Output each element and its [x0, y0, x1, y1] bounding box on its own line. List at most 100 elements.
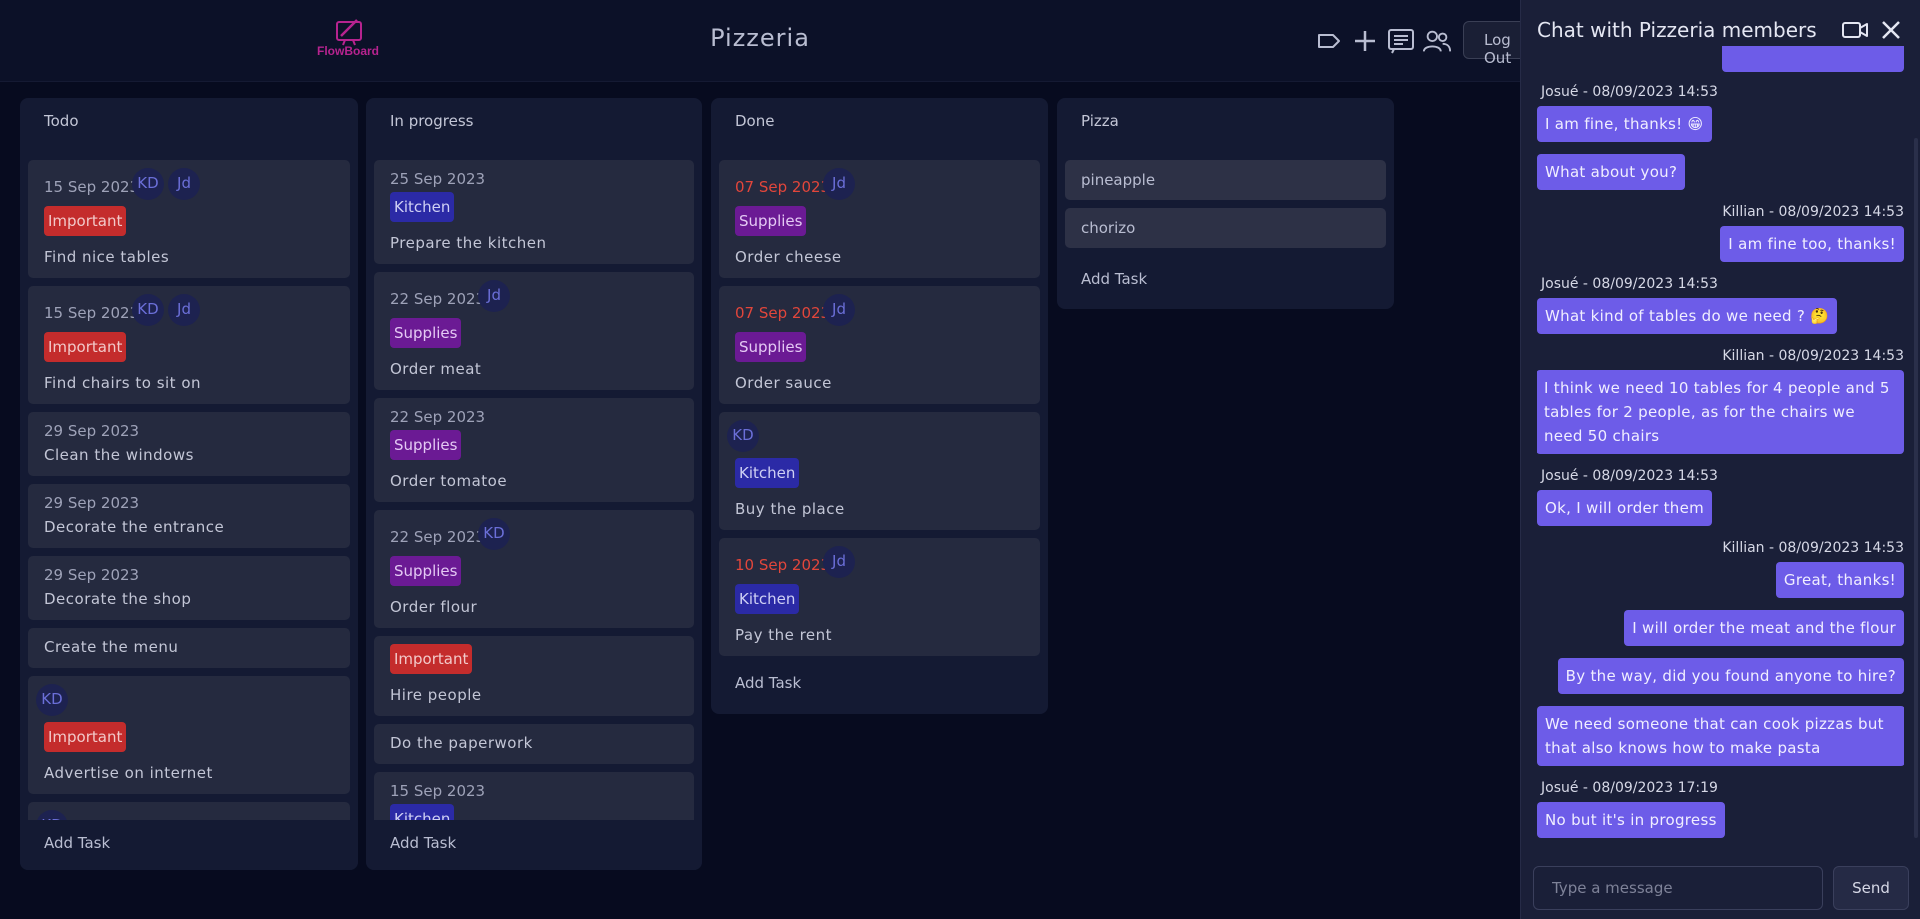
add-task-button[interactable]: Add Task [390, 834, 456, 852]
task-name: Decorate the entrance [44, 518, 225, 536]
column-title: In progress [390, 112, 474, 130]
avatar: Jd [168, 294, 200, 326]
message-bubble [1722, 46, 1904, 72]
message-bubble: We need someone that can cook pizzas but… [1537, 706, 1904, 766]
task-name: Prepare the kitchen [390, 234, 547, 252]
tag-kitchen: Kitchen [735, 584, 800, 614]
label-icon[interactable] [1314, 26, 1344, 56]
task-name: Order meat [390, 360, 482, 378]
task-name: Order flour [390, 598, 478, 616]
task-card[interactable]: 29 Sep 2023 Decorate the entrance [28, 484, 350, 548]
logo-icon [336, 19, 362, 46]
tag-supplies: Supplies [390, 556, 462, 586]
chat-list-icon[interactable] [1386, 26, 1416, 56]
task-name: Decorate the shop [44, 590, 192, 608]
message-input[interactable] [1533, 866, 1823, 910]
task-date: 29 Sep 2023 [44, 494, 140, 512]
task-name: Order sauce [735, 374, 832, 392]
avatar: Jd [168, 168, 200, 200]
task-card[interactable]: 10 Sep 2023 Jd Kitchen Pay the rent [719, 538, 1040, 656]
column-title: Done [735, 112, 775, 130]
message-bubble: I will order the meat and the flour [1624, 610, 1904, 646]
task-date: 10 Sep 2023 [735, 556, 831, 574]
column-footer: Add Task [20, 824, 358, 870]
avatar: Jd [823, 294, 855, 326]
task-date: 22 Sep 2023 [390, 290, 486, 308]
task-card[interactable]: 22 Sep 2023 Supplies Order tomatoe [374, 398, 694, 502]
task-date: 15 Sep 2023 [44, 304, 140, 322]
top-bar: FlowBoard Pizzeria Log Out [0, 0, 1543, 82]
column-cards: 15 Sep 2023 KD Jd Important Find nice ta… [28, 160, 350, 820]
message-bubble: I am fine too, thanks! [1720, 226, 1904, 262]
task-date: 07 Sep 2023 [735, 304, 831, 322]
avatar: KD [132, 168, 164, 200]
task-name: Create the menu [44, 638, 179, 656]
task-card[interactable]: Important Hire people [374, 636, 694, 716]
message-list: Josué - 08/09/2023 14:53 I am fine, than… [1537, 46, 1904, 846]
task-card[interactable]: 07 Sep 2023 Jd Supplies Order sauce [719, 286, 1040, 404]
tag-supplies: Supplies [390, 318, 462, 348]
message-meta: Josué - 08/09/2023 14:53 [1541, 84, 1718, 100]
column-cards: 07 Sep 2023 Jd Supplies Order cheese 07 … [719, 160, 1040, 660]
tag-important: Important [44, 332, 127, 362]
task-name: Advertise on internet [44, 764, 213, 782]
message-bubble: What kind of tables do we need ? 🤔 [1537, 298, 1838, 334]
task-card[interactable]: 15 Sep 2023 KD Jd Important Find chairs … [28, 286, 350, 404]
add-task-button[interactable]: Add Task [44, 834, 110, 852]
members-icon[interactable] [1422, 26, 1452, 56]
board-title: Pizzeria [710, 24, 810, 52]
message-bubble: I think we need 10 tables for 4 people a… [1537, 370, 1904, 454]
avatar: Jd [478, 280, 510, 312]
column-cards: pineapple chorizo [1065, 160, 1386, 260]
column-title: Todo [44, 112, 79, 130]
task-card[interactable]: 15 Sep 2023 Kitchen [374, 772, 694, 820]
message-meta: Killian - 08/09/2023 14:53 [1722, 348, 1904, 364]
column-title: Pizza [1081, 112, 1119, 130]
task-card[interactable]: chorizo [1065, 208, 1386, 248]
message-meta: Josué - 08/09/2023 14:53 [1541, 468, 1718, 484]
chat-scrollbar[interactable] [1914, 138, 1918, 838]
task-card[interactable]: pineapple [1065, 160, 1386, 200]
task-name: Do the paperwork [390, 734, 533, 752]
task-card[interactable]: 07 Sep 2023 Jd Supplies Order cheese [719, 160, 1040, 278]
tag-important: Important [44, 206, 127, 236]
message-bubble: I am fine, thanks! 😁 [1537, 106, 1712, 142]
task-card[interactable]: KD Important Advertise on internet [28, 676, 350, 794]
task-card[interactable]: KD Kitchen Buy the place [719, 412, 1040, 530]
task-name: Order cheese [735, 248, 842, 266]
close-icon[interactable] [1879, 18, 1903, 46]
tag-supplies: Supplies [735, 332, 807, 362]
task-card[interactable]: KD [28, 802, 350, 820]
tag-supplies: Supplies [390, 430, 462, 460]
column-cards: 25 Sep 2023 Kitchen Prepare the kitchen … [374, 160, 694, 820]
tag-kitchen: Kitchen [390, 192, 455, 222]
video-call-icon[interactable] [1841, 18, 1869, 46]
plus-icon[interactable] [1350, 26, 1380, 56]
message-meta: Killian - 08/09/2023 14:53 [1722, 540, 1904, 556]
task-date: 22 Sep 2023 [390, 408, 486, 426]
avatar: KD [478, 518, 510, 550]
toolbar [1314, 26, 1452, 56]
task-card[interactable]: 25 Sep 2023 Kitchen Prepare the kitchen [374, 160, 694, 264]
message-bubble: Great, thanks! [1775, 562, 1904, 598]
task-card[interactable]: 22 Sep 2023 KD Supplies Order flour [374, 510, 694, 628]
avatar: Jd [823, 168, 855, 200]
task-card[interactable]: Create the menu [28, 628, 350, 668]
send-button[interactable]: Send [1833, 866, 1909, 910]
add-task-button[interactable]: Add Task [1081, 270, 1147, 288]
task-card[interactable]: Do the paperwork [374, 724, 694, 764]
column-in-progress: In progress 25 Sep 2023 Kitchen Prepare … [366, 98, 702, 870]
task-card[interactable]: 15 Sep 2023 KD Jd Important Find nice ta… [28, 160, 350, 278]
add-task-button[interactable]: Add Task [735, 674, 801, 692]
avatar: KD [36, 810, 68, 820]
task-name: Hire people [390, 686, 482, 704]
message-meta: Killian - 08/09/2023 14:53 [1722, 204, 1904, 220]
task-card[interactable]: 29 Sep 2023 Clean the windows [28, 412, 350, 476]
message-bubble: What about you? [1537, 154, 1686, 190]
task-name: Order tomatoe [390, 472, 508, 490]
chat-panel: Chat with Pizzeria members Josué - 08/09… [1520, 0, 1920, 919]
task-card[interactable]: 29 Sep 2023 Decorate the shop [28, 556, 350, 620]
task-card[interactable]: 22 Sep 2023 Jd Supplies Order meat [374, 272, 694, 390]
task-date: 29 Sep 2023 [44, 422, 140, 440]
flowboard-logo[interactable]: FlowBoard [308, 16, 388, 58]
